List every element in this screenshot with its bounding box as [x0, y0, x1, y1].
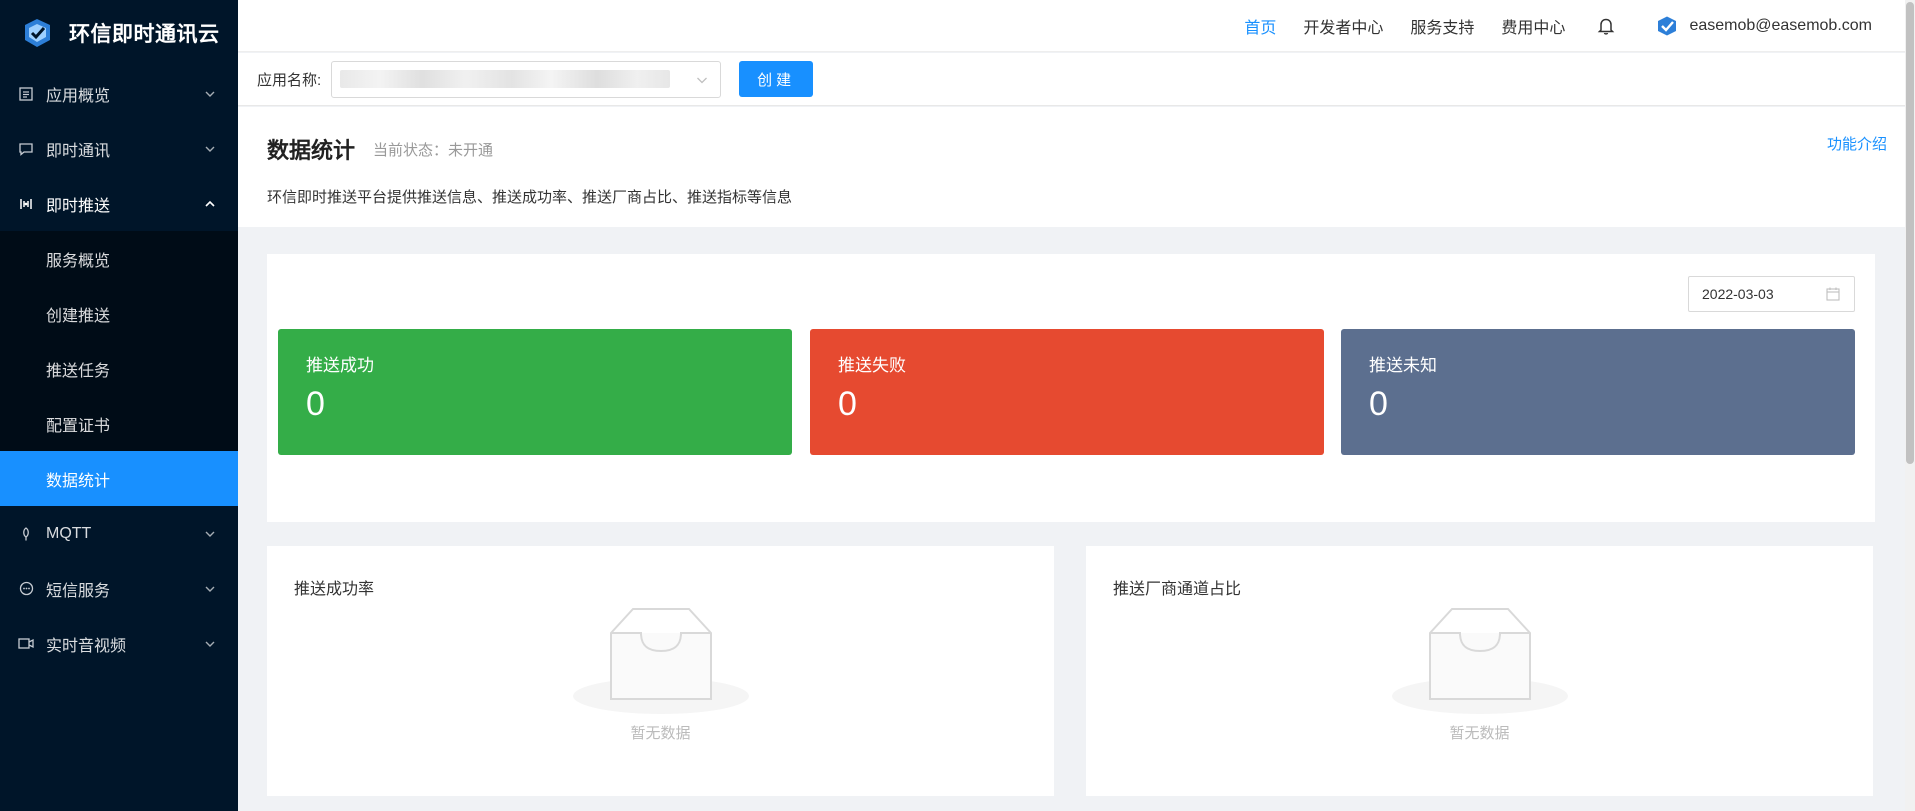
feature-intro-link[interactable]: 功能介绍	[1827, 133, 1887, 154]
top-bar: 首页 开发者中心 服务支持 费用中心 easemob@easemob.com	[238, 0, 1915, 52]
page-scrollbar[interactable]	[1905, 0, 1915, 811]
sidebar-item-label: 即时通讯	[46, 142, 111, 160]
sidebar-subitem-label: 推送任务	[46, 362, 111, 380]
empty-text: 暂无数据	[630, 725, 691, 742]
chevron-down-icon	[697, 77, 708, 83]
sidebar-item-rtc[interactable]: 实时音视频	[0, 616, 238, 671]
push-unknown-count: 0	[1369, 385, 1388, 423]
mqtt-icon	[18, 526, 34, 542]
sidebar-item-label: 应用概览	[46, 87, 111, 105]
push-failed-label: 推送失败	[838, 356, 906, 375]
sidebar-subitem-label: 服务概览	[46, 252, 111, 270]
sidebar-subitem-create-push[interactable]: 创建推送	[0, 286, 238, 341]
sidebar-item-push[interactable]: 即时推送	[0, 176, 238, 231]
date-value: 2022-03-03	[1702, 286, 1774, 302]
nav-link-support[interactable]: 服务支持	[1410, 14, 1474, 38]
nav-link-billing[interactable]: 费用中心	[1501, 14, 1565, 38]
app-selector-bar: 应用名称: 创建	[238, 53, 1915, 106]
overview-icon	[18, 86, 34, 102]
sidebar-subitem-certificates[interactable]: 配置证书	[0, 396, 238, 451]
sidebar: 环信即时通讯云 应用概览 即时通讯 即时推送 服务概览 创建推送 推送任务 配置…	[0, 0, 238, 811]
sidebar-item-sms[interactable]: 短信服务	[0, 561, 238, 616]
sidebar-item-label: MQTT	[46, 524, 92, 542]
page-description: 环信即时推送平台提供推送信息、推送成功率、推送厂商占比、推送指标等信息	[267, 189, 793, 206]
date-picker[interactable]: 2022-03-03	[1688, 276, 1855, 312]
sidebar-subitem-label: 数据统计	[46, 472, 111, 490]
success-rate-title: 推送成功率	[294, 581, 375, 598]
video-icon	[18, 636, 34, 652]
sidebar-subitem-label: 配置证书	[46, 417, 111, 435]
push-unknown-card: 推送未知 0	[1341, 329, 1855, 455]
empty-state: 暂无数据	[571, 601, 751, 743]
sidebar-subitem-data-stats[interactable]: 数据统计	[0, 451, 238, 506]
sidebar-item-im[interactable]: 即时通讯	[0, 121, 238, 176]
sidebar-item-label: 短信服务	[46, 582, 111, 600]
top-nav: 首页 开发者中心 服务支持 费用中心 easemob@easemob.com	[1217, 0, 1872, 52]
vendor-share-panel: 推送厂商通道占比 暂无数据	[1086, 546, 1873, 796]
user-avatar-icon	[1658, 16, 1677, 36]
push-success-label: 推送成功	[306, 356, 374, 375]
push-unknown-label: 推送未知	[1369, 356, 1437, 375]
chevron-down-icon	[205, 91, 215, 97]
push-failed-card: 推送失败 0	[810, 329, 1324, 455]
create-button[interactable]: 创建	[739, 61, 814, 97]
bell-icon[interactable]	[1597, 16, 1615, 36]
push-stats-panel: 2022-03-03 推送成功 0 推送失败 0 推送未知 0	[267, 254, 1875, 522]
nav-link-home[interactable]: 首页	[1244, 14, 1276, 38]
easemob-logo-icon	[25, 19, 50, 47]
sidebar-menu: 应用概览 即时通讯 即时推送 服务概览 创建推送 推送任务 配置证书 数据统计	[0, 66, 238, 671]
push-submenu: 服务概览 创建推送 推送任务 配置证书 数据统计	[0, 231, 238, 506]
sidebar-subitem-service-overview[interactable]: 服务概览	[0, 231, 238, 286]
sidebar-subitem-label: 创建推送	[46, 307, 111, 325]
app-name-select[interactable]	[331, 60, 722, 98]
empty-text: 暂无数据	[1449, 725, 1510, 742]
chevron-down-icon	[205, 641, 215, 647]
service-status: 当前状态：未开通	[373, 142, 494, 159]
app-name-label: 应用名称:	[257, 71, 322, 89]
page-title: 数据统计	[267, 138, 356, 163]
empty-state: 暂无数据	[1390, 601, 1570, 743]
push-success-card: 推送成功 0	[278, 329, 792, 455]
push-icon	[18, 196, 34, 212]
calendar-icon	[1826, 287, 1840, 301]
sidebar-item-app-overview[interactable]: 应用概览	[0, 66, 238, 121]
nav-link-developer-center[interactable]: 开发者中心	[1303, 14, 1383, 38]
empty-inbox-icon	[572, 608, 749, 714]
push-success-count: 0	[306, 385, 325, 423]
app-name-value-redacted	[340, 70, 671, 88]
scrollbar-thumb[interactable]	[1906, 2, 1914, 464]
empty-inbox-icon	[1391, 608, 1568, 714]
vendor-share-title: 推送厂商通道占比	[1113, 581, 1242, 598]
sidebar-subitem-push-tasks[interactable]: 推送任务	[0, 341, 238, 396]
chevron-down-icon	[205, 531, 215, 537]
page-header: 数据统计 当前状态：未开通 功能介绍 环信即时推送平台提供推送信息、推送成功率、…	[238, 107, 1905, 227]
chat-icon	[18, 141, 34, 157]
chevron-down-icon	[205, 146, 215, 152]
brand-name: 环信即时通讯云	[69, 23, 220, 46]
user-menu[interactable]: easemob@easemob.com	[1655, 14, 1872, 38]
brand[interactable]: 环信即时通讯云	[0, 0, 238, 66]
chevron-up-icon	[205, 200, 215, 207]
user-email: easemob@easemob.com	[1689, 17, 1872, 34]
chevron-down-icon	[205, 586, 215, 592]
sidebar-item-label: 实时音视频	[46, 637, 127, 655]
sms-icon	[18, 581, 34, 597]
push-failed-count: 0	[838, 385, 857, 423]
sidebar-item-mqtt[interactable]: MQTT	[0, 506, 238, 561]
sidebar-item-label: 即时推送	[46, 197, 111, 215]
success-rate-panel: 推送成功率 暂无数据	[267, 546, 1054, 796]
